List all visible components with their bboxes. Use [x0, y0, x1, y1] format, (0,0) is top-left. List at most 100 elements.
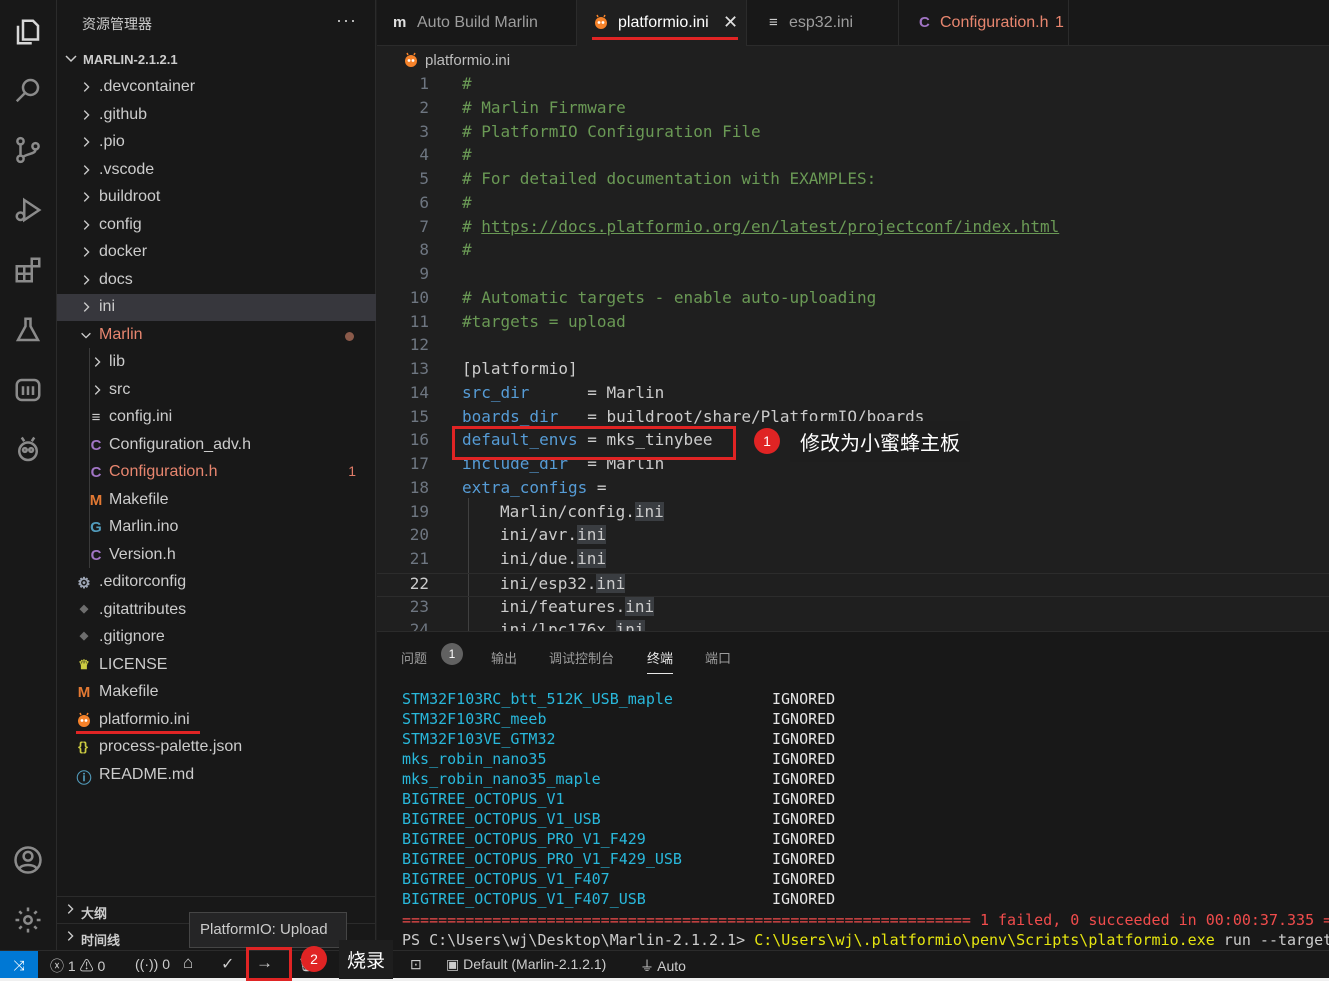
pio-home-icon[interactable]: ⌂: [183, 953, 193, 973]
tree-file-platformio-ini[interactable]: platformio.ini: [57, 707, 376, 734]
line-number: 22: [409, 574, 429, 593]
tab-debug-console[interactable]: 调试控制台: [549, 648, 614, 667]
code-line: 13 [platformio]: [377, 359, 1329, 383]
tree-file-configuration-h[interactable]: C Configuration.h 1: [57, 459, 376, 486]
terminal-row: STM32F103RC_btt_512K_USB_maple IGNORED: [402, 690, 1329, 710]
workspace-root[interactable]: MARLIN-2.1.2.1: [57, 48, 376, 72]
tab-problems[interactable]: 问题: [401, 648, 427, 667]
annotation-box: [246, 947, 292, 981]
pio-env-switcher[interactable]: ▣ Default (Marlin-2.1.2.1): [446, 956, 606, 973]
platformio-file-icon: [78, 712, 90, 727]
tree-file-marlin-ino[interactable]: G Marlin.ino: [57, 514, 376, 541]
account-icon[interactable]: [10, 842, 46, 878]
env-status: IGNORED: [772, 770, 836, 788]
platformio-file-icon: [405, 52, 417, 67]
tree-folder-src[interactable]: src: [57, 377, 376, 404]
upload-tooltip: PlatformIO: Upload: [189, 912, 347, 948]
tab-ports[interactable]: 端口: [705, 648, 731, 667]
pio-terminal-icon[interactable]: ⊡: [410, 956, 422, 973]
auto-build-marlin-icon[interactable]: [10, 372, 46, 408]
docs-link[interactable]: https://docs.platformio.org/en/latest/pr…: [481, 217, 1059, 236]
outline-label: 大纲: [81, 906, 108, 921]
tab-auto-build-marlin[interactable]: m Auto Build Marlin: [377, 0, 577, 46]
tree-folder-marlin[interactable]: Marlin: [57, 322, 376, 349]
more-actions-icon[interactable]: ···: [336, 10, 357, 31]
tree-label: docker: [99, 243, 148, 260]
tree-file-process-palette-json[interactable]: {} process-palette.json: [57, 734, 376, 761]
tree-label: .gitignore: [99, 628, 165, 645]
tree-folder-github[interactable]: .github: [57, 102, 376, 129]
makefile-icon: M: [89, 492, 103, 509]
code-text: [platformio]: [462, 359, 578, 378]
tree-folder-docker[interactable]: docker: [57, 239, 376, 266]
env-status: IGNORED: [772, 890, 836, 908]
code-text: ini/esp32.: [500, 574, 597, 593]
tree-label: .github: [99, 106, 148, 123]
tree-label: buildroot: [99, 188, 161, 205]
code-line: 20 ini/avr.ini: [377, 525, 1329, 549]
run-debug-icon[interactable]: [10, 192, 46, 228]
timeline-label: 时间线: [81, 933, 121, 948]
env-name: BIGTREE_OCTOPUS_V1_USB: [402, 810, 601, 828]
line-number: 4: [419, 145, 429, 164]
tree-label: README.md: [99, 766, 195, 783]
tree-file-readme-md[interactable]: ⓘ README.md: [57, 762, 376, 789]
breadcrumb-item[interactable]: platformio.ini: [425, 52, 510, 69]
pio-port-switcher[interactable]: ⏚ Auto: [640, 956, 686, 976]
terminal-row: mks_robin_nano35 IGNORED: [402, 750, 1329, 770]
code-line: 4 #: [377, 145, 1329, 169]
extensions-icon[interactable]: [10, 252, 46, 288]
tree-label: .devcontainer: [99, 78, 196, 95]
tree-file-license[interactable]: ♛ LICENSE: [57, 652, 376, 679]
marlin-icon: m: [393, 14, 407, 31]
tree-folder-config[interactable]: config: [57, 212, 376, 239]
tree-folder-ini[interactable]: ini: [57, 294, 376, 321]
code-text: #: [462, 193, 472, 212]
tree-file-gitattributes[interactable]: ◆ .gitattributes: [57, 597, 376, 624]
tree-folder-vscode[interactable]: .vscode: [57, 157, 376, 184]
tree-folder-devcontainer[interactable]: .devcontainer: [57, 74, 376, 101]
tree-file-makefile-root[interactable]: M Makefile: [57, 679, 376, 706]
chevron-down-icon: [65, 55, 77, 63]
code-editor[interactable]: 1 # 2 # Marlin Firmware 3 # PlatformIO Conf…: [377, 74, 1329, 631]
settings-gear-icon[interactable]: [10, 902, 46, 938]
tree-label: Version.h: [109, 546, 176, 563]
broadcast-icon: ((·)): [135, 956, 159, 972]
problems-status[interactable]: ⓧ 1 ⚠ 0: [50, 956, 105, 976]
tree-folder-lib[interactable]: lib: [57, 349, 376, 376]
editor-tabs: m Auto Build Marlin platformio.ini ✕ ≡ e…: [377, 0, 1329, 46]
env-name: BIGTREE_OCTOPUS_V1_F407: [402, 870, 610, 888]
platformio-icon[interactable]: [10, 432, 46, 468]
close-icon[interactable]: ✕: [723, 12, 738, 33]
tree-folder-docs[interactable]: docs: [57, 267, 376, 294]
tree-folder-buildroot[interactable]: buildroot: [57, 184, 376, 211]
terminal-prompt[interactable]: PS C:\Users\wj\Desktop\Marlin-2.1.2.1> C…: [402, 931, 1329, 949]
prompt-args: run --target: [1214, 931, 1329, 949]
chevron-right-icon: [94, 385, 101, 395]
source-control-icon[interactable]: [10, 132, 46, 168]
annotation-number: 1: [754, 428, 780, 454]
tree-folder-pio[interactable]: .pio: [57, 129, 376, 156]
tab-esp32-ini[interactable]: ≡ esp32.ini: [747, 0, 899, 46]
tree-file-makefile[interactable]: M Makefile: [57, 487, 376, 514]
tree-label: Configuration.h: [109, 463, 218, 480]
tree-file-editorconfig[interactable]: ⚙ .editorconfig: [57, 569, 376, 596]
explorer-icon[interactable]: [10, 14, 46, 50]
tree-file-config-ini[interactable]: ≡ config.ini: [57, 404, 376, 431]
tab-configuration-h[interactable]: C Configuration.h 1: [899, 0, 1069, 46]
ports-status[interactable]: ((·)) 0: [135, 956, 170, 972]
pio-build-icon[interactable]: ✓: [221, 954, 234, 974]
code-text: # Automatic targets - enable auto-upload…: [462, 288, 877, 307]
tab-terminal[interactable]: 终端: [647, 648, 674, 674]
testing-icon[interactable]: [10, 312, 46, 348]
explorer-sidebar: 资源管理器 ··· MARLIN-2.1.2.1 .devcontainer .…: [57, 0, 376, 950]
tab-output[interactable]: 输出: [491, 648, 517, 667]
line-number: 8: [419, 240, 429, 259]
tree-file-configuration-adv-h[interactable]: C Configuration_adv.h: [57, 432, 376, 459]
search-icon[interactable]: [10, 72, 46, 108]
tab-label: platformio.ini: [618, 14, 709, 31]
tree-file-gitignore[interactable]: ◆ .gitignore: [57, 624, 376, 651]
tree-file-version-h[interactable]: C Version.h: [57, 542, 376, 569]
env-status: IGNORED: [772, 750, 836, 768]
remote-icon[interactable]: ⤨: [0, 951, 38, 979]
